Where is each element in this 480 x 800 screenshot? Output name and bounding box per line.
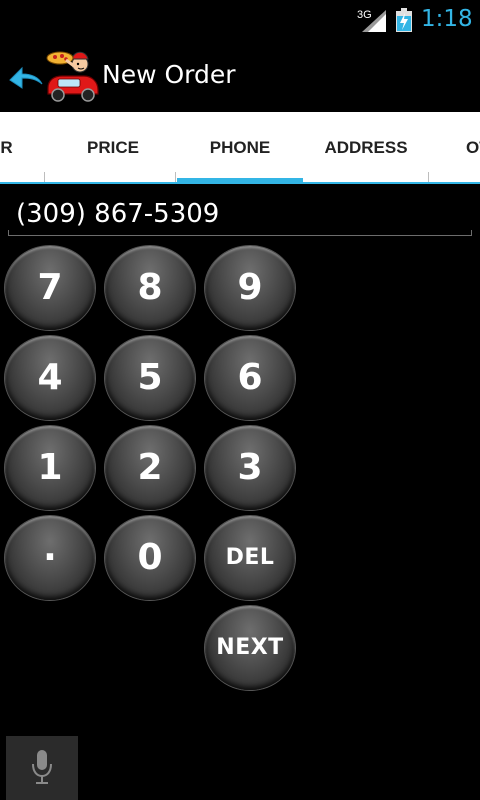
voice-input-button[interactable] [6, 736, 78, 800]
phone-field-container [8, 196, 472, 236]
next-button[interactable]: NEXT [205, 606, 295, 690]
key-label: 3 [237, 447, 263, 488]
key-label: 5 [137, 357, 163, 398]
key-dot[interactable]: · [5, 516, 95, 600]
tab-order[interactable]: ORDER [0, 112, 45, 184]
signal-icon [362, 10, 386, 32]
key-1[interactable]: 1 [5, 426, 95, 510]
key-6[interactable]: 6 [205, 336, 295, 420]
key-label: 9 [237, 267, 263, 308]
pizza-delivery-logo-icon [46, 51, 99, 102]
key-7[interactable]: 7 [5, 246, 95, 330]
tab-label: ORDER [0, 138, 13, 157]
tab-strip-underline [0, 182, 480, 184]
tab-phone[interactable]: PHONE [177, 112, 303, 184]
battery-charging-icon [396, 8, 412, 32]
key-3[interactable]: 3 [205, 426, 295, 510]
key-0[interactable]: 0 [105, 516, 195, 600]
key-label: · [43, 537, 57, 578]
page-title: New Order [102, 60, 236, 89]
action-bar: New Order [0, 38, 480, 112]
key-label: 7 [37, 267, 63, 308]
tab-address[interactable]: ADDRESS [303, 112, 429, 184]
tab-other[interactable]: OTHER [430, 112, 480, 184]
tab-price[interactable]: PRICE [50, 112, 176, 184]
key-label: 6 [237, 357, 263, 398]
delete-button[interactable]: DEL [205, 516, 295, 600]
key-label: NEXT [216, 635, 284, 660]
key-9[interactable]: 9 [205, 246, 295, 330]
microphone-icon [32, 750, 52, 784]
key-label: 8 [137, 267, 163, 308]
clock: 1:18 [421, 6, 473, 32]
key-4[interactable]: 4 [5, 336, 95, 420]
key-8[interactable]: 8 [105, 246, 195, 330]
key-5[interactable]: 5 [105, 336, 195, 420]
key-label: 2 [137, 447, 163, 488]
key-label: DEL [225, 545, 275, 570]
key-2[interactable]: 2 [105, 426, 195, 510]
key-label: 4 [37, 357, 63, 398]
back-arrow-icon[interactable] [8, 62, 44, 90]
tab-label: OTHER [466, 138, 480, 157]
tab-label: PHONE [209, 138, 271, 157]
key-label: 0 [137, 537, 163, 578]
phone-number-input[interactable] [8, 196, 472, 232]
status-bar: 3G 1:18 [0, 0, 480, 38]
input-underline [8, 230, 472, 236]
tab-label: PRICE [87, 138, 139, 157]
tab-label: ADDRESS [324, 138, 408, 157]
key-label: 1 [37, 447, 63, 488]
tab-strip: ORDER PRICE PHONE ADDRESS OTHER [0, 112, 480, 184]
